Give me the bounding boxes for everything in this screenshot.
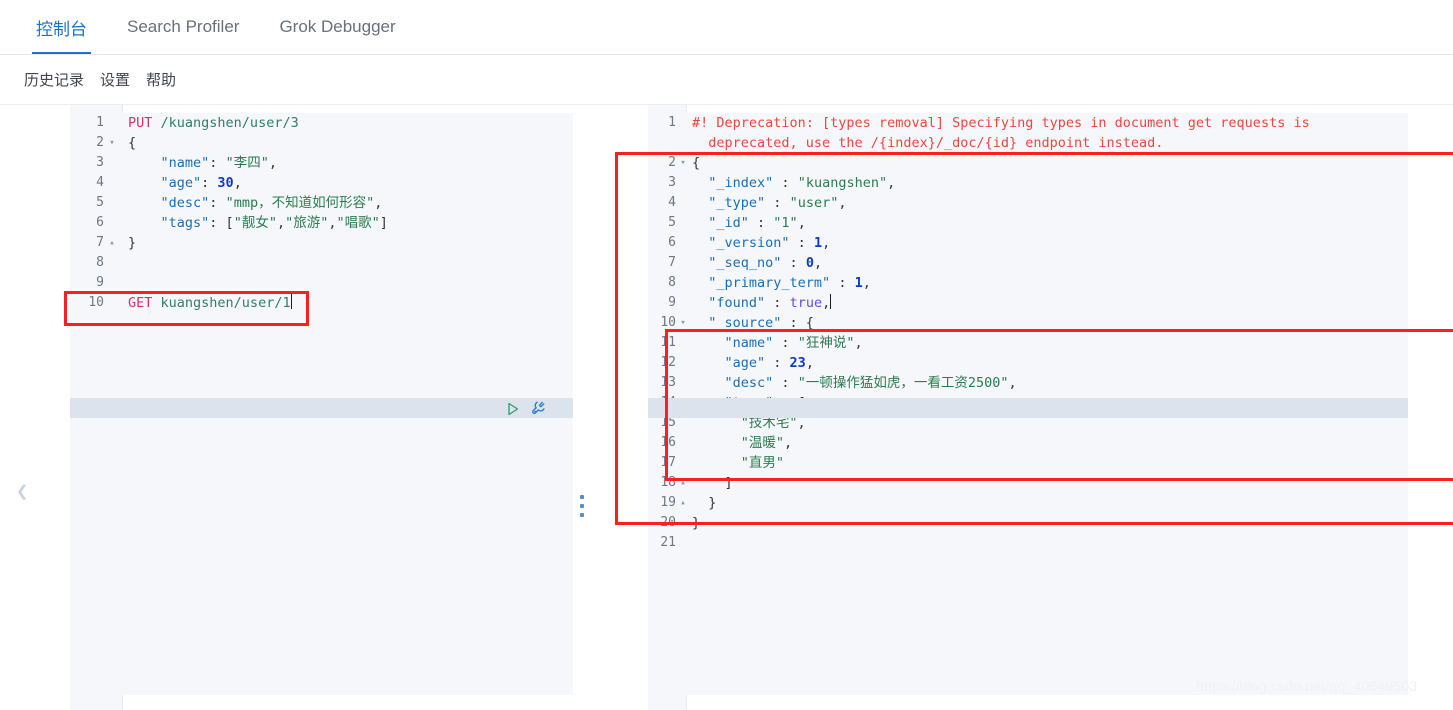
token: #! Deprecation: [types removal] Specifyi… xyxy=(692,115,1310,131)
watermark: https://blog.csdn.net/qq_40649503 xyxy=(1196,678,1418,694)
code-line[interactable]: 5 "desc": "mmp，不知道如何形容", xyxy=(96,193,573,213)
code-line[interactable]: 9 xyxy=(96,273,573,293)
line-number: 4 xyxy=(96,175,104,190)
top-tabbar: 控制台 Search Profiler Grok Debugger xyxy=(0,0,1453,55)
token: "唱歌" xyxy=(336,215,380,231)
line-number: 9 xyxy=(96,275,104,290)
code-line[interactable]: 4 "age": 30, xyxy=(96,173,573,193)
submenu-item-0[interactable]: 历史记录 xyxy=(16,69,92,90)
annotation-box-source xyxy=(665,329,1453,481)
token: 30 xyxy=(217,175,234,191)
code-text: "age": 30, xyxy=(122,173,242,193)
dev-tools-console-page: 控制台 Search Profiler Grok Debugger 历史记录 设置 帮助… xyxy=(0,0,1453,710)
code-text: "name": "李四", xyxy=(122,153,277,173)
console-submenu: 历史记录 设置 帮助 xyxy=(0,55,1453,105)
code-line[interactable]: 3 "name": "李四", xyxy=(96,153,573,173)
panel-splitter[interactable] xyxy=(578,113,586,695)
token: : xyxy=(209,195,226,211)
tab-2[interactable]: Grok Debugger xyxy=(259,0,415,54)
play-icon[interactable] xyxy=(505,401,521,417)
request-actions xyxy=(505,400,549,418)
line-number: 1 xyxy=(96,115,104,130)
tab-1[interactable]: Search Profiler xyxy=(107,0,259,54)
line-number: 3 xyxy=(96,155,104,170)
line-number: 5 xyxy=(96,195,104,210)
token: deprecated, use the /{index}/_doc/{id} e… xyxy=(692,135,1164,151)
line-number: 21 xyxy=(660,535,676,550)
drag-handle-icon[interactable] xyxy=(577,495,587,517)
token: "tags" xyxy=(160,215,210,231)
code-text: #! Deprecation: [types removal] Specifyi… xyxy=(686,113,1310,133)
fold-toggle-icon[interactable]: ▾ xyxy=(107,133,117,153)
code-line[interactable]: deprecated, use the /{index}/_doc/{id} e… xyxy=(686,133,1408,153)
chevron-left-icon[interactable]: ❮ xyxy=(16,483,30,501)
code-line[interactable]: 6 "tags": ["靓女","旅游","唱歌"] xyxy=(96,213,573,233)
wrench-icon[interactable] xyxy=(531,400,549,418)
token: , xyxy=(268,155,277,171)
token: , xyxy=(233,175,242,191)
code-text: } xyxy=(122,233,136,253)
code-line[interactable]: 1 PUT /kuangshen/user/3 xyxy=(96,113,573,133)
line-number: 2 xyxy=(96,135,104,150)
token: "mmp，不知道如何形容" xyxy=(225,195,375,211)
token: /kuangshen/user/3 xyxy=(160,115,299,131)
code-text: { xyxy=(122,133,136,153)
annotation-box-get-request xyxy=(64,291,309,326)
submenu-item-2[interactable]: 帮助 xyxy=(138,69,184,90)
token: { xyxy=(128,135,137,151)
token: , xyxy=(374,195,383,211)
tab-list: 控制台 Search Profiler Grok Debugger xyxy=(0,0,1453,54)
line-number: 8 xyxy=(96,255,104,270)
line-number: 6 xyxy=(96,215,104,230)
code-line[interactable]: 8 xyxy=(96,253,573,273)
token: : [ xyxy=(209,215,234,231)
code-line[interactable]: 2 ▾ { xyxy=(96,133,573,153)
token: , xyxy=(276,215,286,231)
code-text: PUT /kuangshen/user/3 xyxy=(122,113,299,133)
token: "靓女" xyxy=(233,215,277,231)
token: , xyxy=(328,215,337,231)
token: "desc" xyxy=(160,195,210,211)
tab-0[interactable]: 控制台 xyxy=(16,0,107,54)
token: "name" xyxy=(160,155,210,171)
token: : xyxy=(209,155,226,171)
token: PUT xyxy=(128,115,153,131)
token: } xyxy=(128,235,137,251)
line-number: 7 xyxy=(96,235,104,250)
token: ] xyxy=(379,215,388,231)
code-line[interactable]: 7 ▴} xyxy=(96,233,573,253)
token: "age" xyxy=(160,175,202,191)
token: "旅游" xyxy=(285,215,329,231)
submenu-item-1[interactable]: 设置 xyxy=(92,69,138,90)
line-number: 1 xyxy=(668,115,676,130)
code-text: "tags": ["靓女","旅游","唱歌"] xyxy=(122,213,388,233)
code-line[interactable]: 1 #! Deprecation: [types removal] Specify… xyxy=(668,113,1408,133)
code-text: deprecated, use the /{index}/_doc/{id} e… xyxy=(686,133,1163,153)
code-text: "desc": "mmp，不知道如何形容", xyxy=(122,193,383,213)
code-line[interactable]: 21 xyxy=(660,533,1408,553)
fold-toggle-icon[interactable]: ▴ xyxy=(107,233,117,253)
token: "李四" xyxy=(225,155,269,171)
token: : xyxy=(201,175,218,191)
request-active-line-highlight xyxy=(70,398,573,418)
